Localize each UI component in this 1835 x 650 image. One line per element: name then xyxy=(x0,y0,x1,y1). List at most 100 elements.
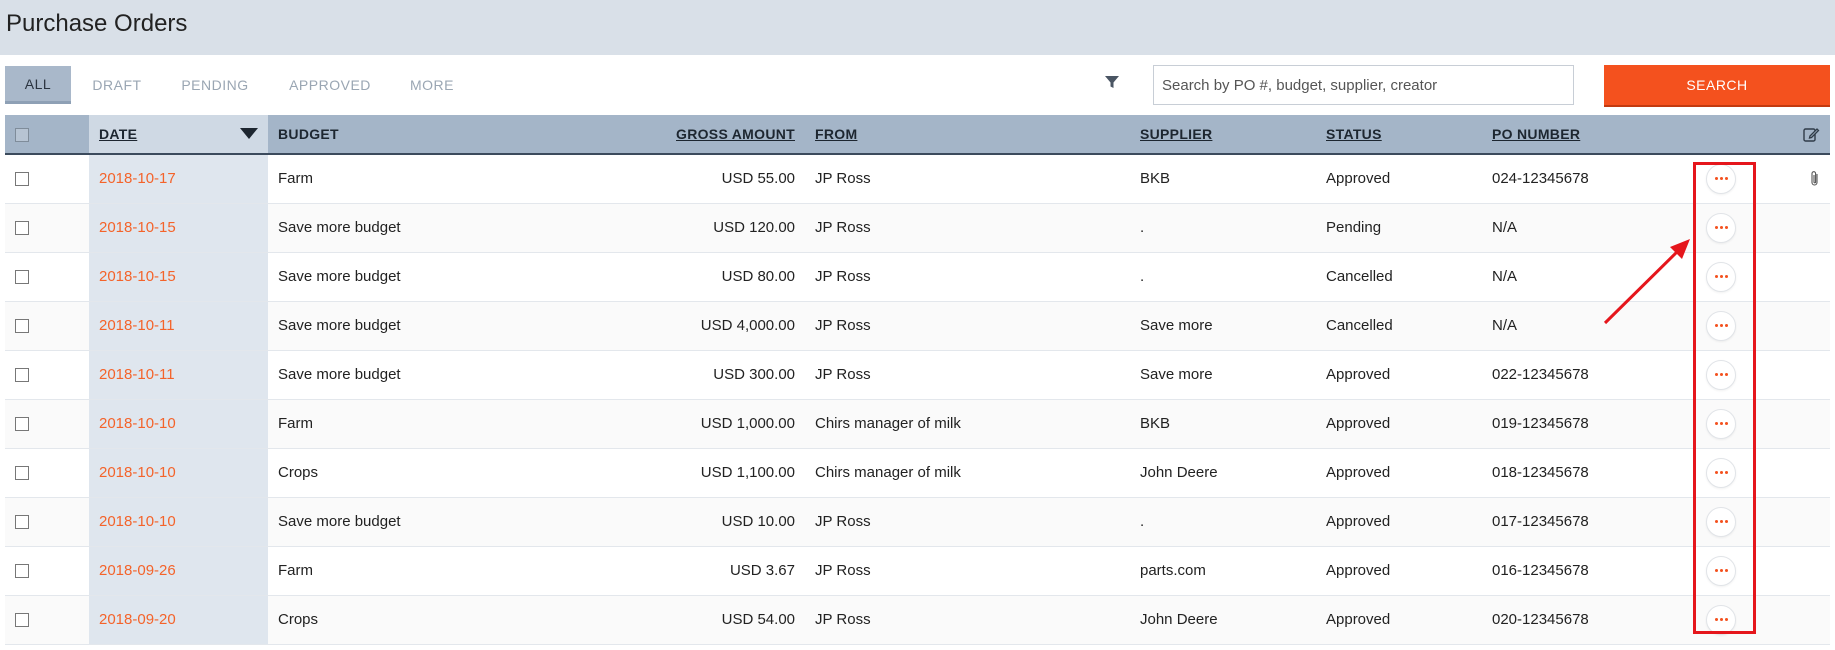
date-link[interactable]: 2018-10-15 xyxy=(99,219,176,236)
date-link[interactable]: 2018-09-20 xyxy=(99,611,176,628)
supplier-cell: . xyxy=(1140,268,1145,285)
table-row[interactable]: 2018-10-10 Crops USD 1,100.00 Chirs manager… xyxy=(5,448,1830,497)
attachment-cell xyxy=(1760,546,1830,595)
select-all-checkbox[interactable] xyxy=(15,128,29,143)
budget-cell: Crops xyxy=(278,464,319,481)
from-cell: JP Ross xyxy=(815,562,871,579)
gross-amount-cell: USD 300.00 xyxy=(713,366,795,383)
date-cell: 2018-10-10 xyxy=(89,399,268,448)
column-header-from[interactable]: FROM xyxy=(805,115,1130,154)
row-select-cell xyxy=(5,497,89,546)
table-row[interactable]: 2018-10-17 Farm USD 55.00 JP Ross BKB Approve… xyxy=(5,154,1830,203)
po-number-cell: 022-12345678 xyxy=(1492,366,1589,383)
tab-draft[interactable]: DRAFT xyxy=(82,66,152,104)
table-row[interactable]: 2018-10-11 Save more budget USD 300.00 JP R… xyxy=(5,350,1830,399)
more-horizontal-icon[interactable] xyxy=(1706,408,1736,439)
column-header-supplier[interactable]: SUPPLIER xyxy=(1130,115,1316,154)
date-link[interactable]: 2018-10-17 xyxy=(99,170,176,187)
row-checkbox[interactable] xyxy=(15,368,29,383)
table-row[interactable]: 2018-10-10 Save more budget USD 10.00 JP Ro… xyxy=(5,497,1830,546)
budget-cell: Crops xyxy=(278,611,319,628)
date-link[interactable]: 2018-10-10 xyxy=(99,513,176,530)
tab-pending[interactable]: PENDING xyxy=(172,66,258,104)
search-input[interactable] xyxy=(1153,65,1574,105)
date-cell: 2018-10-11 xyxy=(89,301,268,350)
more-horizontal-icon[interactable] xyxy=(1706,212,1736,243)
edit-icon[interactable] xyxy=(1802,125,1820,143)
more-horizontal-icon[interactable] xyxy=(1706,163,1736,194)
table-row[interactable]: 2018-09-26 Farm USD 3.67 JP Ross parts.com Ap… xyxy=(5,546,1830,595)
column-header-date[interactable]: DATE xyxy=(89,115,268,154)
more-horizontal-icon[interactable] xyxy=(1706,310,1736,341)
gross-amount-cell: USD 55.00 xyxy=(721,170,795,188)
row-checkbox[interactable] xyxy=(15,613,29,628)
attachment-cell xyxy=(1760,301,1830,350)
attachment-cell xyxy=(1760,595,1830,644)
row-checkbox[interactable] xyxy=(15,319,29,334)
column-header-status[interactable]: STATUS xyxy=(1316,115,1482,154)
page-header: Purchase Orders xyxy=(0,0,1835,55)
attachment-cell xyxy=(1760,252,1830,301)
row-checkbox[interactable] xyxy=(15,172,29,187)
table-row[interactable]: 2018-10-11 Save more budget USD 4,000.00 JP… xyxy=(5,301,1830,350)
row-checkbox[interactable] xyxy=(15,564,29,579)
search-button[interactable]: SEARCH xyxy=(1604,65,1830,105)
attachment-cell xyxy=(1760,154,1830,203)
date-link[interactable]: 2018-10-10 xyxy=(99,415,176,432)
status-cell: Pending xyxy=(1326,219,1382,236)
column-header-actions xyxy=(1682,115,1760,154)
status-cell: Approved xyxy=(1326,170,1391,188)
more-horizontal-icon[interactable] xyxy=(1706,555,1736,586)
tab-all[interactable]: ALL xyxy=(5,66,71,104)
more-horizontal-icon[interactable] xyxy=(1706,506,1736,537)
date-link[interactable]: 2018-10-11 xyxy=(99,366,175,383)
row-actions-cell xyxy=(1682,497,1760,546)
date-link[interactable]: 2018-10-10 xyxy=(99,464,176,481)
date-link[interactable]: 2018-10-11 xyxy=(99,317,175,334)
row-checkbox[interactable] xyxy=(15,515,29,530)
date-cell: 2018-10-15 xyxy=(89,203,268,252)
gross-amount-cell: USD 1,000.00 xyxy=(700,415,795,432)
purchase-orders-table: DATE BUDGET GROSS AMOUNT FROM SUPPLIER S… xyxy=(5,115,1830,645)
from-cell: JP Ross xyxy=(815,170,871,188)
budget-cell: Save more budget xyxy=(278,513,401,530)
row-checkbox[interactable] xyxy=(15,417,29,432)
date-cell: 2018-10-10 xyxy=(89,448,268,497)
gross-amount-cell: USD 80.00 xyxy=(721,268,795,285)
po-number-cell: N/A xyxy=(1492,268,1518,285)
row-select-cell xyxy=(5,301,89,350)
row-select-cell xyxy=(5,595,89,644)
more-horizontal-icon[interactable] xyxy=(1706,604,1736,635)
date-cell: 2018-10-11 xyxy=(89,350,268,399)
gross-amount-cell: USD 3.67 xyxy=(729,562,795,579)
select-all-cell xyxy=(5,115,89,154)
row-checkbox[interactable] xyxy=(15,221,29,236)
table-row[interactable]: 2018-10-15 Save more budget USD 120.00 JP R… xyxy=(5,203,1830,252)
table-row[interactable]: 2018-09-20 Crops USD 54.00 JP Ross John Deer… xyxy=(5,595,1830,644)
more-horizontal-icon[interactable] xyxy=(1706,261,1736,292)
row-checkbox[interactable] xyxy=(15,466,29,481)
gross-amount-cell: USD 54.00 xyxy=(721,611,795,628)
supplier-cell: John Deere xyxy=(1140,464,1218,481)
table-row[interactable]: 2018-10-15 Save more budget USD 80.00 JP Ro… xyxy=(5,252,1830,301)
sort-descending-icon[interactable] xyxy=(240,128,258,139)
po-number-cell: N/A xyxy=(1492,219,1518,236)
row-checkbox[interactable] xyxy=(15,270,29,285)
more-horizontal-icon[interactable] xyxy=(1706,457,1736,488)
date-link[interactable]: 2018-10-15 xyxy=(99,268,176,285)
more-horizontal-icon[interactable] xyxy=(1706,359,1736,390)
column-header-po-number[interactable]: PO NUMBER xyxy=(1482,115,1682,154)
filter-icon[interactable] xyxy=(1103,73,1121,91)
tabs-bar: ALL DRAFT PENDING APPROVED MORE SEARCH xyxy=(0,55,1835,115)
gross-amount-cell: USD 120.00 xyxy=(713,219,795,236)
column-header-gross-amount[interactable]: GROSS AMOUNT xyxy=(518,115,805,154)
tab-approved[interactable]: APPROVED xyxy=(282,66,378,104)
tab-more[interactable]: MORE xyxy=(400,66,464,104)
table-row[interactable]: 2018-10-10 Farm USD 1,000.00 Chirs manager … xyxy=(5,399,1830,448)
status-cell: Approved xyxy=(1326,611,1391,628)
status-cell: Approved xyxy=(1326,366,1391,383)
from-cell: Chirs manager of milk xyxy=(815,415,961,432)
attachment-cell xyxy=(1760,497,1830,546)
paperclip-icon[interactable] xyxy=(1809,170,1821,188)
date-link[interactable]: 2018-09-26 xyxy=(99,562,176,579)
